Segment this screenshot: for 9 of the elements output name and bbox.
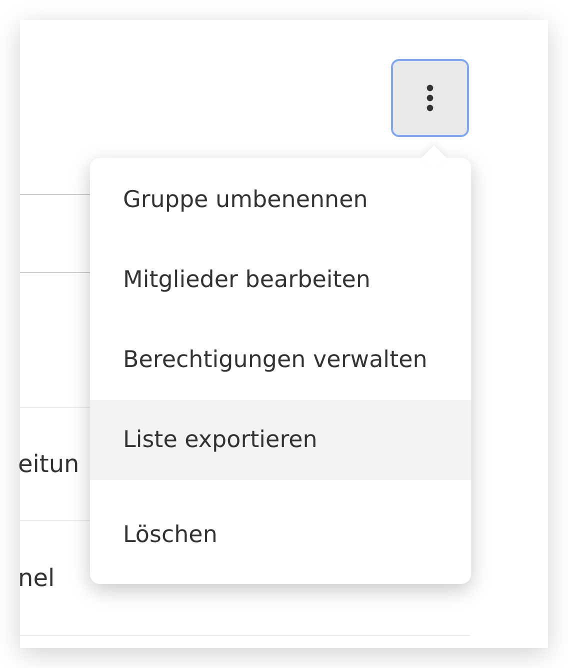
row-text: nel bbox=[18, 564, 55, 592]
row-text: eitun bbox=[18, 450, 80, 478]
menu-item[interactable]: Löschen bbox=[90, 480, 471, 584]
menu-item[interactable]: Liste exportieren bbox=[90, 400, 471, 480]
more-button[interactable] bbox=[391, 59, 469, 137]
menu-item[interactable]: Gruppe umbenennen bbox=[90, 160, 471, 240]
menu-item[interactable]: Mitglieder bearbeiten bbox=[90, 240, 471, 320]
menu-item[interactable]: Berechtigungen verwalten bbox=[90, 320, 471, 400]
more-icon bbox=[426, 84, 434, 112]
